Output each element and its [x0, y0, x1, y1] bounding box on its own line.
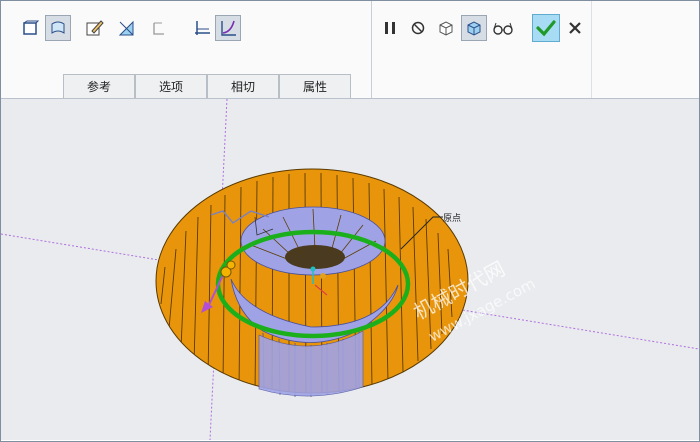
- no-preview-button[interactable]: [405, 15, 431, 41]
- surface-sweep-button[interactable]: [45, 15, 71, 41]
- start-point-handle-2[interactable]: [226, 260, 236, 270]
- pause-icon: [385, 22, 395, 34]
- tab-properties[interactable]: 属性: [279, 74, 351, 98]
- variable-section-button[interactable]: [215, 15, 241, 41]
- thicken-button[interactable]: [145, 15, 171, 41]
- close-icon: [569, 22, 581, 34]
- verify-mode-icon: [467, 21, 481, 36]
- preview-geometry-icon: [439, 21, 453, 36]
- verify-mode-button[interactable]: [461, 15, 487, 41]
- variable-section-icon: [221, 20, 236, 36]
- tab-tangency[interactable]: 相切: [207, 74, 279, 98]
- thicken-icon: [153, 22, 164, 35]
- model-view: 原点 机械时代网 www.jxage.com: [1, 99, 699, 440]
- preview-glasses-button[interactable]: [490, 15, 516, 41]
- origin-marker: [310, 266, 316, 272]
- surface-icon: [51, 21, 65, 34]
- constant-section-icon: [195, 21, 210, 35]
- preview-geometry-button[interactable]: [433, 15, 459, 41]
- remove-material-icon: [118, 20, 134, 36]
- remove-material-button[interactable]: [113, 15, 139, 41]
- annotation-label: 原点: [443, 213, 461, 224]
- solid-sweep-button[interactable]: [17, 15, 43, 41]
- tab-references[interactable]: 参考: [63, 74, 135, 98]
- cancel-button[interactable]: [562, 15, 588, 41]
- tab-options[interactable]: 选项: [135, 74, 207, 98]
- group-separator-right: [591, 1, 592, 98]
- constant-section-button[interactable]: [189, 15, 215, 41]
- graphics-viewport[interactable]: 原点 机械时代网 www.jxage.com: [1, 99, 699, 440]
- section-sketch-button[interactable]: [81, 15, 107, 41]
- confirm-button[interactable]: [532, 14, 560, 42]
- group-separator: [371, 1, 372, 98]
- origin-point: [320, 273, 326, 279]
- dashboard-tabs: 参考 选项 相切 属性: [63, 74, 351, 98]
- pause-button[interactable]: [377, 15, 403, 41]
- solid-icon: [23, 20, 39, 35]
- sweep-dashboard: 参考 选项 相切 属性: [1, 1, 699, 99]
- no-preview-icon: [411, 21, 425, 35]
- sketch-pencil-icon: [86, 20, 104, 36]
- checkmark-icon: [536, 20, 556, 37]
- glasses-icon: [493, 22, 513, 35]
